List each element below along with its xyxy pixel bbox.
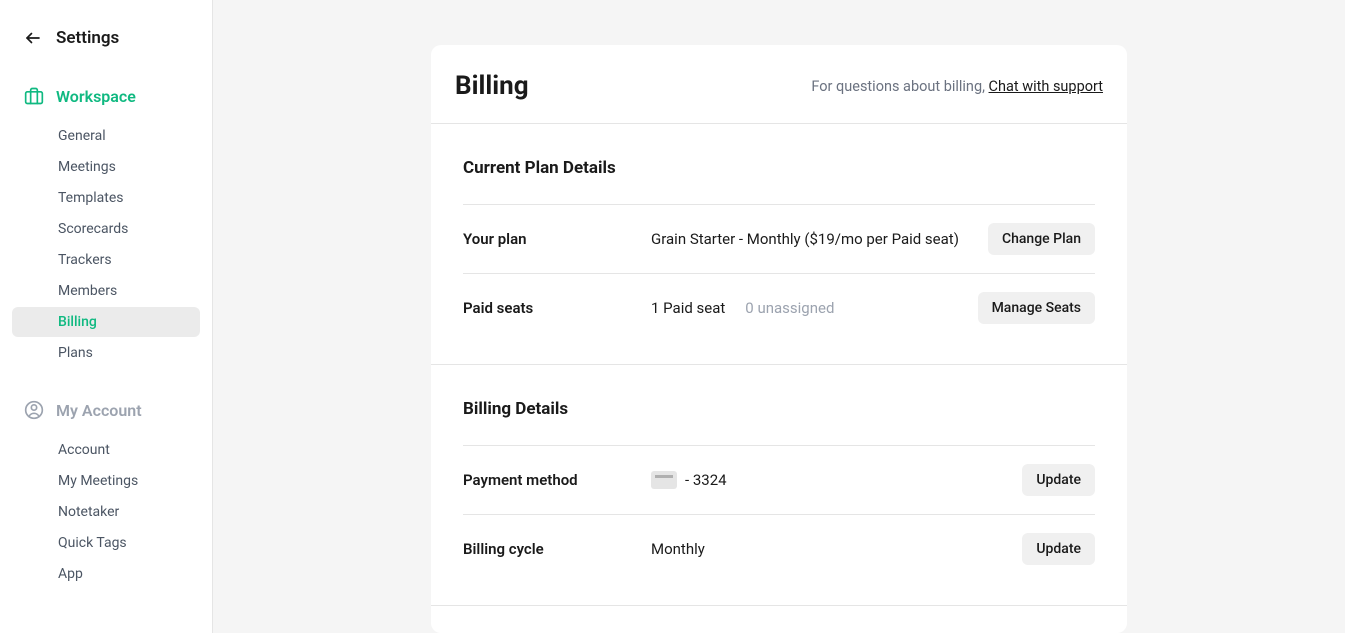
sidebar-item-app[interactable]: App (12, 559, 200, 589)
header-help: For questions about billing, Chat with s… (811, 78, 1103, 95)
account-label: My Account (56, 401, 142, 420)
workspace-label: Workspace (56, 87, 136, 106)
billing-card: Billing For questions about billing, Cha… (431, 45, 1127, 633)
account-section-header[interactable]: My Account (12, 392, 200, 428)
sidebar-item-account[interactable]: Account (12, 435, 200, 465)
seats-value: 1 Paid seat 0 unassigned (651, 299, 978, 317)
settings-sidebar: Settings Workspace General Meetings Temp… (0, 0, 213, 633)
billing-details-title: Billing Details (463, 399, 1095, 419)
billing-cycle-row: Billing cycle Monthly Update (463, 514, 1095, 583)
seats-unassigned: 0 unassigned (745, 299, 834, 317)
sidebar-item-billing[interactable]: Billing (12, 307, 200, 337)
current-plan-section: Current Plan Details Your plan Grain Sta… (431, 124, 1127, 365)
sidebar-item-members[interactable]: Members (12, 276, 200, 306)
change-plan-button[interactable]: Change Plan (988, 223, 1095, 255)
page-title: Billing (455, 71, 529, 101)
billing-details-section: Billing Details Payment method - 3324 Up… (431, 365, 1127, 606)
sidebar-item-templates[interactable]: Templates (12, 183, 200, 213)
current-plan-title: Current Plan Details (463, 158, 1095, 178)
credit-card-icon (651, 471, 677, 489)
plan-value: Grain Starter - Monthly ($19/mo per Paid… (651, 230, 988, 248)
manage-seats-button[interactable]: Manage Seats (978, 292, 1095, 324)
seats-label: Paid seats (463, 299, 651, 317)
plan-row: Your plan Grain Starter - Monthly ($19/m… (463, 204, 1095, 273)
sidebar-title: Settings (56, 28, 119, 48)
billing-cycle-value: Monthly (651, 540, 1022, 558)
briefcase-icon (24, 86, 44, 106)
sidebar-item-trackers[interactable]: Trackers (12, 245, 200, 275)
main-content: Billing For questions about billing, Cha… (213, 0, 1345, 633)
update-cycle-button[interactable]: Update (1022, 533, 1095, 565)
back-arrow-icon[interactable] (24, 29, 42, 47)
seats-row: Paid seats 1 Paid seat 0 unassigned Mana… (463, 273, 1095, 342)
card-header: Billing For questions about billing, Cha… (431, 45, 1127, 124)
sidebar-item-plans[interactable]: Plans (12, 338, 200, 368)
workspace-section-header[interactable]: Workspace (12, 78, 200, 114)
sidebar-item-quick-tags[interactable]: Quick Tags (12, 528, 200, 558)
user-icon (24, 400, 44, 420)
workspace-nav-list: General Meetings Templates Scorecards Tr… (12, 114, 200, 368)
sidebar-header: Settings (12, 28, 200, 72)
sidebar-item-notetaker[interactable]: Notetaker (12, 497, 200, 527)
payment-method-value: - 3324 (651, 471, 1022, 489)
update-payment-button[interactable]: Update (1022, 464, 1095, 496)
seats-count: 1 Paid seat (651, 299, 725, 317)
sidebar-item-scorecards[interactable]: Scorecards (12, 214, 200, 244)
sidebar-item-meetings[interactable]: Meetings (12, 152, 200, 182)
chat-support-link[interactable]: Chat with support (989, 78, 1103, 95)
help-prefix: For questions about billing, (811, 78, 988, 95)
payment-method-label: Payment method (463, 471, 651, 489)
billing-cycle-label: Billing cycle (463, 540, 651, 558)
plan-label: Your plan (463, 230, 651, 248)
card-last4: - 3324 (685, 471, 727, 489)
sidebar-item-my-meetings[interactable]: My Meetings (12, 466, 200, 496)
account-nav-list: Account My Meetings Notetaker Quick Tags… (12, 428, 200, 589)
payment-method-row: Payment method - 3324 Update (463, 445, 1095, 514)
sidebar-item-general[interactable]: General (12, 121, 200, 151)
